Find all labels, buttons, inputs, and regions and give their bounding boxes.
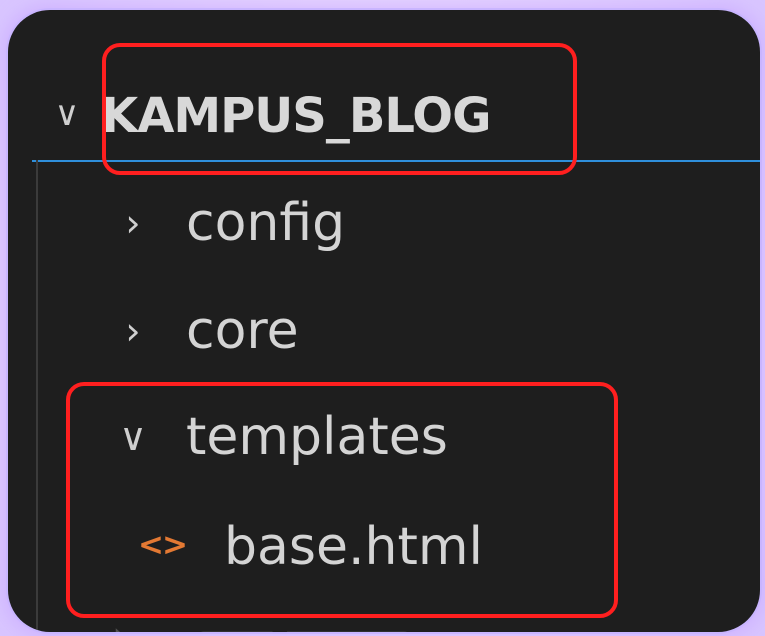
project-root-label: KAMPUS_BLOG: [101, 88, 491, 144]
folder-core-row[interactable]: › core: [112, 296, 299, 366]
chevron-down-icon[interactable]: ∨: [112, 415, 154, 459]
folder-config-row[interactable]: › config: [112, 188, 345, 258]
active-folder-indicator-line: [32, 160, 760, 162]
chevron-right-icon[interactable]: ›: [112, 613, 128, 632]
file-base-html-row[interactable]: <> base.html: [138, 512, 483, 582]
project-root-row[interactable]: ∨ KAMPUS_BLOG: [48, 82, 492, 150]
tree-guide-line: [36, 160, 38, 630]
html-file-icon: <>: [138, 527, 188, 563]
chevron-down-icon[interactable]: ∨: [48, 94, 86, 134]
folder-templates-label: templates: [186, 407, 448, 467]
partially-visible-label: [198, 630, 409, 632]
folder-core-label: core: [186, 301, 299, 361]
partially-visible-next-item[interactable]: ›: [112, 616, 409, 632]
folder-config-label: config: [186, 193, 346, 253]
explorer-panel: ∨ KAMPUS_BLOG › config › core ∨ template…: [8, 10, 760, 632]
chevron-right-icon[interactable]: ›: [112, 201, 154, 245]
chevron-right-icon[interactable]: ›: [112, 309, 154, 353]
folder-templates-row[interactable]: ∨ templates: [112, 402, 448, 472]
file-base-html-label: base.html: [224, 517, 483, 577]
